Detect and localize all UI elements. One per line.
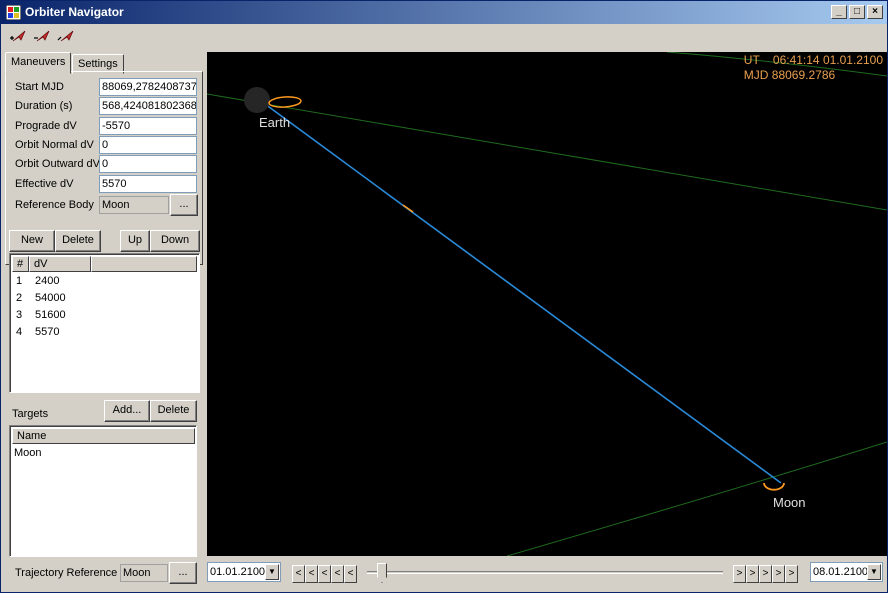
- maneuver-number: 3: [16, 309, 23, 321]
- earth-body: [244, 87, 270, 113]
- chevron-down-icon[interactable]: ▼: [867, 564, 881, 580]
- title-bar[interactable]: Orbiter Navigator _ □ ×: [1, 1, 887, 24]
- column-header-number[interactable]: #: [12, 256, 29, 272]
- delete-maneuver-button[interactable]: Delete: [55, 230, 101, 252]
- moon-orbit-arc: [506, 441, 887, 556]
- earth-orbit-line: [207, 93, 887, 211]
- maneuver-list[interactable]: # dV 1 2400 2 54000 3 51600 4 5570: [9, 253, 200, 393]
- reference-body-label: Reference Body: [15, 199, 94, 211]
- column-header-filler: [91, 256, 197, 272]
- prograde-label: Prograde dV: [15, 120, 77, 132]
- orbit-viewport[interactable]: UT 06:41:14 01.01.2100 MJD 88069.2786 Ea…: [207, 52, 887, 556]
- time-readout: UT 06:41:14 01.01.2100 MJD 88069.2786: [744, 53, 883, 83]
- app-icon: [6, 5, 21, 20]
- step-forward-button[interactable]: >: [785, 565, 798, 583]
- effective-dv-field[interactable]: 5570: [99, 175, 197, 193]
- reference-body-browse-button[interactable]: ...: [170, 194, 198, 216]
- timeline-bar: 01.01.2100 ▼ < < < < < > > > > > 08.01.2…: [207, 558, 887, 588]
- moon-label: Moon: [773, 495, 806, 510]
- new-maneuver-button[interactable]: New: [9, 230, 55, 252]
- orbit-outward-label: Orbit Outward dV: [15, 158, 100, 170]
- targets-list[interactable]: Name Moon: [9, 425, 197, 557]
- duration-label: Duration (s): [15, 100, 73, 112]
- moon-marker: [763, 482, 785, 491]
- maneuver-number: 1: [16, 275, 23, 287]
- tab-maneuvers[interactable]: Maneuvers: [5, 52, 72, 74]
- maneuver-dv: 54000: [35, 292, 66, 304]
- effective-dv-label: Effective dV: [15, 178, 74, 190]
- orbit-canvas: [207, 52, 887, 556]
- step-forward-button[interactable]: >: [746, 565, 759, 583]
- column-header-dv[interactable]: dV: [29, 256, 91, 272]
- move-down-button[interactable]: Down: [150, 230, 200, 252]
- orbiter-navigator-window: Orbiter Navigator _ □ × Maneuvers Settin…: [0, 0, 888, 593]
- move-up-button[interactable]: Up: [120, 230, 150, 252]
- start-mjd-label: Start MJD: [15, 81, 64, 93]
- time-slider-track[interactable]: [367, 571, 723, 574]
- time-slider-thumb[interactable]: [377, 563, 387, 583]
- step-forward-button[interactable]: >: [772, 565, 785, 583]
- earth-orbit-marker: [268, 96, 302, 108]
- orbit-outward-field[interactable]: 0: [99, 155, 197, 173]
- orbit-normal-field[interactable]: 0: [99, 136, 197, 154]
- start-date-value: 01.01.2100: [210, 566, 266, 578]
- start-date-combo[interactable]: 01.01.2100 ▼: [207, 562, 281, 582]
- step-back-button[interactable]: <: [331, 565, 344, 583]
- orbit-normal-label: Orbit Normal dV: [15, 139, 94, 151]
- toolbar: [1, 25, 887, 47]
- arrow-remove-icon[interactable]: [33, 28, 53, 44]
- window-title: Orbiter Navigator: [25, 5, 124, 19]
- step-forward-button[interactable]: >: [733, 565, 746, 583]
- earth-label: Earth: [259, 115, 291, 130]
- step-back-button[interactable]: <: [318, 565, 331, 583]
- minimize-button[interactable]: _: [831, 5, 847, 19]
- transfer-trajectory: [264, 103, 782, 484]
- mjd-readout: MJD 88069.2786: [743, 68, 836, 82]
- maneuver-number: 4: [16, 326, 23, 338]
- close-button[interactable]: ×: [867, 5, 883, 19]
- maneuver-dv: 2400: [35, 275, 60, 287]
- list-item[interactable]: Moon: [14, 445, 42, 461]
- prograde-field[interactable]: -5570: [99, 117, 197, 135]
- burn-marker: [402, 204, 414, 213]
- left-panel: Maneuvers Settings Start MJD 88069,27824…: [1, 47, 207, 592]
- column-header-name[interactable]: Name: [12, 428, 195, 444]
- start-mjd-field[interactable]: 88069,2782408737: [99, 78, 197, 96]
- step-back-button[interactable]: <: [344, 565, 357, 583]
- maneuver-dv: 5570: [35, 326, 60, 338]
- step-back-button[interactable]: <: [305, 565, 318, 583]
- delete-target-button[interactable]: Delete: [150, 400, 197, 422]
- maneuver-number: 2: [16, 292, 23, 304]
- end-date-combo[interactable]: 08.01.2100 ▼: [810, 562, 883, 582]
- trajectory-reference-browse-button[interactable]: ...: [169, 562, 197, 584]
- add-target-button[interactable]: Add...: [104, 400, 150, 422]
- arrow-add-icon[interactable]: [9, 28, 29, 44]
- maneuver-dv: 51600: [35, 309, 66, 321]
- arrow-edit-icon[interactable]: [57, 28, 77, 44]
- trajectory-reference-field: Moon: [120, 564, 168, 582]
- chevron-down-icon[interactable]: ▼: [265, 564, 279, 580]
- duration-field[interactable]: 568,424081802368: [99, 97, 197, 115]
- reference-body-field: Moon: [99, 196, 169, 214]
- ut-readout: UT 06:41:14 01.01.2100: [743, 53, 883, 67]
- step-forward-button[interactable]: >: [759, 565, 772, 583]
- step-back-button[interactable]: <: [292, 565, 305, 583]
- end-date-value: 08.01.2100: [813, 566, 869, 578]
- targets-label: Targets: [12, 408, 49, 420]
- maximize-button[interactable]: □: [849, 5, 865, 19]
- trajectory-reference-label: Trajectory Reference: [15, 567, 118, 579]
